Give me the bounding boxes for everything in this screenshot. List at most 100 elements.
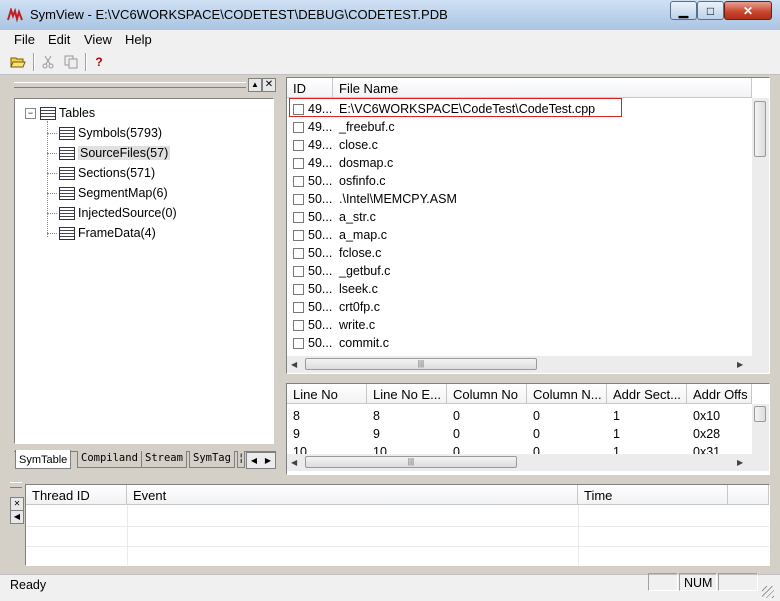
log-close-button[interactable]: ✕ [10,497,24,511]
column-header-file-name[interactable]: File Name [333,78,752,98]
table-row[interactable]: 49... close.c [287,136,752,154]
close-button[interactable]: ✕ [724,1,772,20]
column-header-addr-section[interactable]: Addr Sect... [607,384,687,404]
maximize-button[interactable]: □ [697,1,724,20]
column-header-event[interactable]: Event [127,485,578,505]
files-vertical-scrollbar[interactable] [752,98,769,356]
column-header-empty[interactable] [728,485,769,505]
row-checkbox[interactable] [293,158,304,169]
column-header-line-no-end[interactable]: Line No E... [367,384,447,404]
row-checkbox[interactable] [293,230,304,241]
column-header-line-no[interactable]: Line No [287,384,367,404]
tree-item-sourcefiles[interactable]: SourceFiles(57) [47,146,171,160]
triangle-right-icon[interactable]: ▶ [737,458,743,467]
row-checkbox[interactable] [293,284,304,295]
line-numbers-list[interactable]: Line No Line No E... Column No Column N.… [286,383,770,475]
tree-item-segmentmap[interactable]: SegmentMap(6) [47,186,168,200]
table-row[interactable]: 50... a_map.c [287,226,752,244]
scroll-thumb[interactable] [754,101,766,157]
table-row[interactable]: 50... crt0fp.c [287,298,752,316]
tab-scroll-buttons[interactable]: ◀ ▶ [246,452,276,469]
line-cell: 0 [453,427,460,441]
collapse-icon[interactable]: − [25,107,36,119]
lines-vertical-scrollbar[interactable] [752,404,769,454]
menu-help[interactable]: Help [125,32,152,47]
files-horizontal-scrollbar[interactable]: ◀ ||| ▶ [287,356,769,373]
help-button[interactable]: ? [90,53,108,71]
source-files-list[interactable]: ID File Name 49... E:\VC6WORKSPACE\CodeTe… [286,77,770,374]
line-cell: 0 [533,445,540,454]
triangle-right-icon[interactable]: ▶ [265,456,271,465]
open-button[interactable] [9,53,27,71]
tree-item-framedata[interactable]: FrameData(4) [47,226,156,240]
event-log-list[interactable]: Thread ID Event Time [25,484,770,566]
table-row[interactable]: 50... lseek.c [287,280,752,298]
table-row[interactable]: 50... fclose.c [287,244,752,262]
tree-item-tables[interactable]: − Tables [25,106,95,120]
triangle-right-icon[interactable]: ▶ [737,360,743,369]
column-header-column-no[interactable]: Column No [447,384,527,404]
title-bar[interactable]: SymView - E:\VC6WORKSPACE\CODETEST\DEBUG… [0,0,780,30]
tab-overflow[interactable]: ¦ [237,451,245,468]
scroll-thumb[interactable]: ||| [305,456,517,468]
row-checkbox[interactable] [293,176,304,187]
scroll-thumb[interactable]: ||| [305,358,537,370]
tables-tree[interactable]: − Tables Symbols(5793) SourceFiles(57) S… [14,98,274,444]
horizontal-splitter[interactable] [286,376,770,382]
triangle-left-icon[interactable]: ◀ [291,458,297,467]
copy-button[interactable] [62,53,80,71]
table-row[interactable]: 8 8 0 0 1 0x10 [287,409,752,427]
log-collapse-button[interactable]: ◀ [10,510,24,524]
table-row[interactable]: 49... _freebuf.c [287,118,752,136]
column-header-column-no-end[interactable]: Column N... [527,384,607,404]
lines-horizontal-scrollbar[interactable]: ◀ ||| ▶ [287,454,769,471]
table-row[interactable]: 9 9 0 0 1 0x28 [287,427,752,445]
tree-item-sections[interactable]: Sections(571) [47,166,155,180]
menu-file[interactable]: File [14,32,35,47]
tab-symtable[interactable]: SymTable [15,450,72,469]
row-checkbox[interactable] [293,248,304,259]
file-name: close.c [339,138,378,152]
row-checkbox[interactable] [293,194,304,205]
table-row[interactable]: 50... .\Intel\MEMCPY.ASM [287,190,752,208]
row-checkbox[interactable] [293,122,304,133]
column-header-thread-id[interactable]: Thread ID [26,485,127,505]
line-cell: 0x10 [693,409,721,423]
table-row[interactable]: 50... osfinfo.c [287,172,752,190]
row-checkbox[interactable] [293,338,304,349]
triangle-left-icon[interactable]: ◀ [251,456,257,465]
table-row[interactable]: 50... commit.c [287,334,752,352]
pane-collapse-button[interactable]: ▲ [248,78,262,92]
table-row[interactable]: 49... dosmap.c [287,154,752,172]
row-checkbox[interactable] [293,320,304,331]
row-checkbox[interactable] [293,140,304,151]
line-cell: 0 [533,427,540,441]
row-checkbox[interactable] [293,212,304,223]
column-header-addr-offset[interactable]: Addr Offs [687,384,752,404]
table-row[interactable]: 50... write.c [287,316,752,334]
tree-item-injectedsource[interactable]: InjectedSource(0) [47,206,177,220]
row-checkbox[interactable] [293,302,304,313]
table-row[interactable]: 10 10 0 0 1 0x31 [287,445,752,454]
tree-item-symbols[interactable]: Symbols(5793) [47,126,162,140]
menu-edit[interactable]: Edit [48,32,70,47]
table-row[interactable]: 50... _getbuf.c [287,262,752,280]
cut-button[interactable] [39,53,57,71]
tree-label: InjectedSource(0) [78,206,177,220]
triangle-left-icon[interactable]: ◀ [291,360,297,369]
pane-gripper[interactable] [14,82,246,88]
table-row[interactable]: 50... a_str.c [287,208,752,226]
tab-stream[interactable]: Stream [141,451,187,468]
tab-symtag[interactable]: SymTag [189,451,235,468]
minimize-button[interactable]: ▁ [670,1,697,20]
column-header-time[interactable]: Time [578,485,728,505]
resize-grip[interactable] [762,586,774,598]
vertical-splitter[interactable] [280,76,285,476]
log-gripper[interactable] [10,482,22,488]
scroll-thumb[interactable] [754,406,766,422]
pane-close-button[interactable]: ✕ [262,78,276,92]
tab-compiland[interactable]: Compiland [77,451,142,468]
row-checkbox[interactable] [293,266,304,277]
menu-view[interactable]: View [84,32,112,47]
column-header-id[interactable]: ID [287,78,333,98]
